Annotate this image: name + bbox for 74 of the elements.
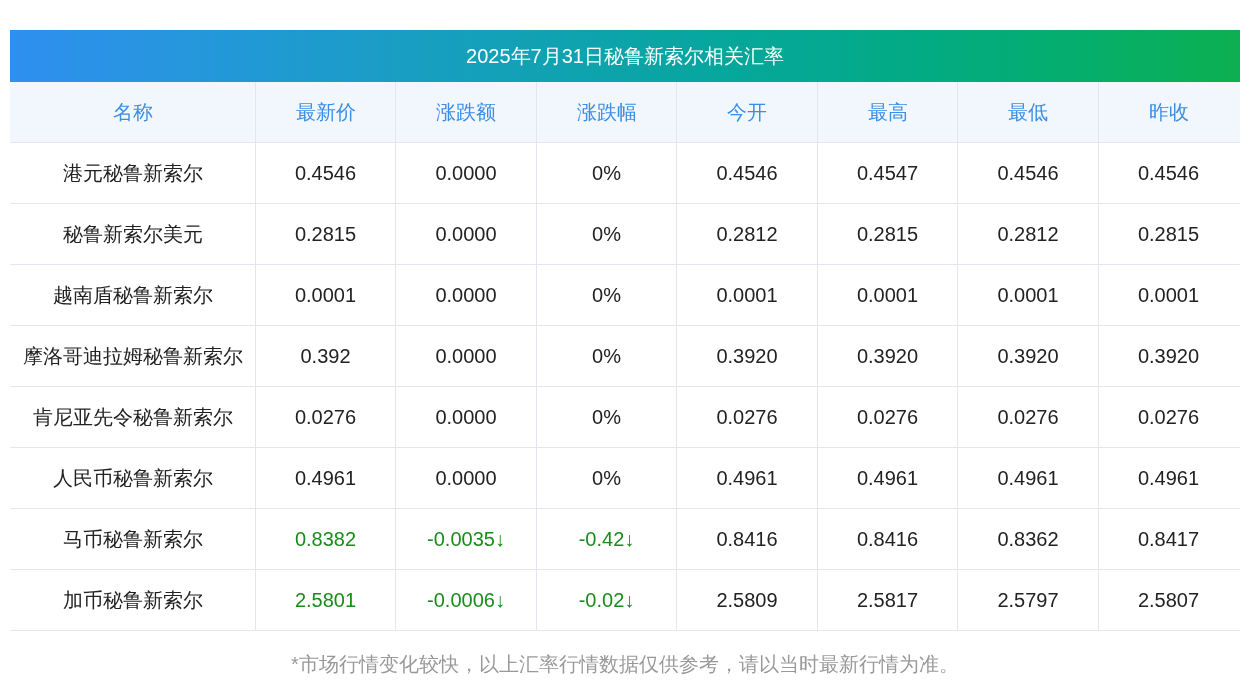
column-header: 最低	[957, 82, 1098, 142]
table-cell: 0.0000	[395, 265, 536, 325]
table-cell: 0.2812	[676, 204, 817, 264]
table-cell: 0.0001	[1098, 265, 1238, 325]
table-cell: 0.0000	[395, 387, 536, 447]
column-header: 最新价	[255, 82, 395, 142]
table-cell: 0.0000	[395, 204, 536, 264]
table-cell: 0.0000	[395, 143, 536, 203]
table-cell: 2.5809	[676, 570, 817, 630]
table-cell: 0.0001	[676, 265, 817, 325]
table-cell: 0.4961	[1098, 448, 1238, 508]
table-cell-text: 越南盾秘鲁新索尔	[51, 283, 214, 308]
table-cell: 0%	[536, 326, 676, 386]
table-cell: 0.2815	[817, 204, 957, 264]
table-cell-text: 摩洛哥迪拉姆秘鲁新索尔	[21, 344, 244, 369]
table-cell: 0.4961	[255, 448, 395, 508]
table-cell: 0.0001	[817, 265, 957, 325]
table-cell: 2.5801	[255, 570, 395, 630]
table-cell: 0.3920	[957, 326, 1098, 386]
table-title: 2025年7月31日秘鲁新索尔相关汇率	[10, 30, 1240, 82]
table-cell: 2.5807	[1098, 570, 1238, 630]
table-cell: -0.0035↓	[395, 509, 536, 569]
column-header: 涨跌额	[395, 82, 536, 142]
table-cell: 0.2812	[957, 204, 1098, 264]
table-cell: 0.0001	[957, 265, 1098, 325]
table-cell: 2.5817	[817, 570, 957, 630]
table-cell: -0.0006↓	[395, 570, 536, 630]
table-cell: -0.02↓	[536, 570, 676, 630]
table-cell: 0.3920	[1098, 326, 1238, 386]
table-cell: 0.3920	[817, 326, 957, 386]
table-cell: 0.4961	[817, 448, 957, 508]
table-cell: 0.2815	[255, 204, 395, 264]
table-cell: 0.8417	[1098, 509, 1238, 569]
table-cell: 0.4546	[1098, 143, 1238, 203]
column-header: 最高	[817, 82, 957, 142]
table-cell: 0.4546	[957, 143, 1098, 203]
table-cell: 0.8416	[676, 509, 817, 569]
table-cell-text: 肯尼亚先令秘鲁新索尔	[31, 405, 234, 430]
table-cell: 0.4546	[676, 143, 817, 203]
column-header: 名称	[111, 100, 154, 125]
table-cell-text: 马币秘鲁新索尔	[61, 527, 204, 552]
column-header: 涨跌幅	[536, 82, 676, 142]
table-cell: 0.8382	[255, 509, 395, 569]
table-cell: 0.0001	[255, 265, 395, 325]
table-cell: 0.0000	[395, 326, 536, 386]
table-cell: 0.3920	[676, 326, 817, 386]
table-cell: 0.4961	[676, 448, 817, 508]
table-cell: 0.0276	[1098, 387, 1238, 447]
table-cell: 0.0276	[817, 387, 957, 447]
table-cell-text: 秘鲁新索尔美元	[61, 222, 204, 247]
table-cell-text: 加币秘鲁新索尔	[61, 588, 204, 613]
column-header: 今开	[676, 82, 817, 142]
table-cell-text: 港元秘鲁新索尔	[61, 161, 204, 186]
table-cell: 0%	[536, 143, 676, 203]
table-cell: 0.2815	[1098, 204, 1238, 264]
table-cell-text: 人民币秘鲁新索尔	[51, 466, 214, 491]
table-cell: 0.4546	[255, 143, 395, 203]
table-cell: 0%	[536, 448, 676, 508]
table-cell: 0%	[536, 204, 676, 264]
footnote: *市场行情变化较快，以上汇率行情数据仅供参考，请以当时最新行情为准。	[290, 652, 960, 677]
table-cell: 0.0276	[957, 387, 1098, 447]
table-cell: -0.42↓	[536, 509, 676, 569]
column-header: 昨收	[1098, 82, 1238, 142]
table-cell: 0.392	[255, 326, 395, 386]
table-cell: 0%	[536, 265, 676, 325]
table-cell: 0.8362	[957, 509, 1098, 569]
table-cell: 0%	[536, 387, 676, 447]
table-cell: 0.4961	[957, 448, 1098, 508]
table-cell: 2.5797	[957, 570, 1098, 630]
table-cell: 0.8416	[817, 509, 957, 569]
table-cell: 0.4547	[817, 143, 957, 203]
table-cell: 0.0000	[395, 448, 536, 508]
table-cell: 0.0276	[676, 387, 817, 447]
table-cell: 0.0276	[255, 387, 395, 447]
